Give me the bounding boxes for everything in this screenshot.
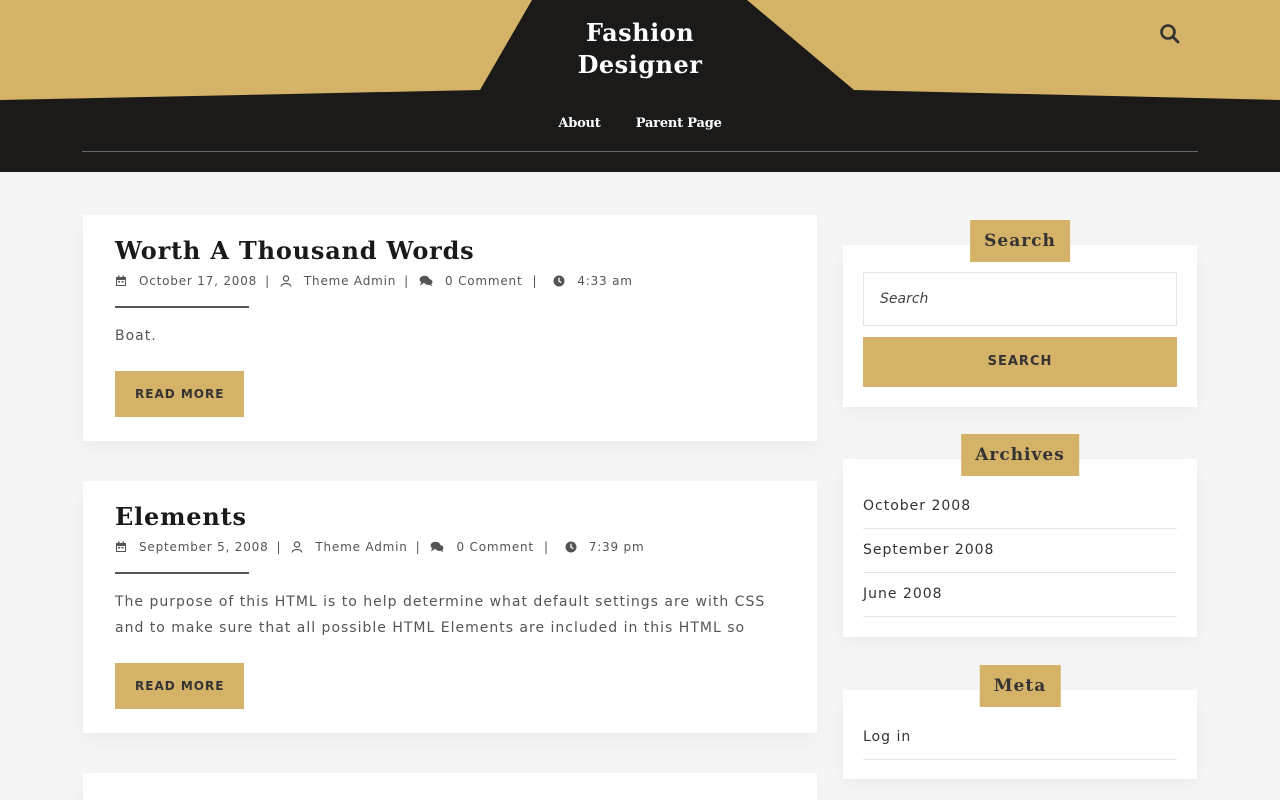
post-date[interactable]: October 17, 2008 — [139, 274, 257, 288]
post-author[interactable]: Theme Admin — [315, 540, 407, 554]
site-title-line1: Fashion — [585, 18, 695, 47]
widget-title-meta: Meta — [979, 665, 1061, 707]
clock-icon — [565, 541, 577, 553]
post-time: 7:39 pm — [588, 540, 645, 554]
post-date[interactable]: September 5, 2008 — [139, 540, 269, 554]
post-time: 4:33 am — [577, 274, 633, 288]
post-excerpt: Boat. — [115, 328, 157, 344]
meta-separator: | — [404, 274, 410, 288]
post-meta: September 5, 2008 | Theme Admin | 0 Comm… — [115, 539, 785, 555]
search-icon[interactable] — [1158, 22, 1182, 46]
widget-title-archives: Archives — [961, 434, 1079, 476]
nav-item-about[interactable]: About — [558, 116, 601, 131]
meta-list: Log in — [863, 716, 1177, 760]
main-navigation: About Parent Page — [0, 112, 1280, 131]
post-excerpt: The purpose of this HTML is to help dete… — [115, 594, 766, 636]
read-more-button[interactable]: READ MORE — [115, 371, 245, 417]
archives-widget: Archives October 2008 September 2008 Jun… — [843, 434, 1197, 637]
site-title[interactable]: Fashion Designer — [540, 17, 740, 81]
archive-link[interactable]: September 2008 — [863, 529, 1177, 573]
read-more-button[interactable]: READ MORE — [115, 663, 245, 709]
archive-link[interactable]: June 2008 — [863, 573, 1177, 617]
post-card: Worth A Thousand Words October 17, 2008 … — [83, 215, 817, 441]
user-icon — [291, 541, 303, 553]
meta-separator: | — [276, 540, 282, 554]
search-widget: Search SEARCH — [843, 220, 1197, 407]
meta-separator: | — [415, 540, 421, 554]
post-comments[interactable]: 0 Comment — [445, 274, 522, 288]
post-title[interactable]: Worth A Thousand Words — [115, 235, 785, 267]
post-card: Elements September 5, 2008 | Theme Admin… — [83, 481, 817, 733]
nav-divider — [82, 151, 1198, 152]
site-header: Fashion Designer About Parent Page — [0, 0, 1280, 172]
calendar-icon — [115, 275, 127, 287]
site-title-line2: Designer — [577, 50, 703, 79]
user-icon — [280, 275, 292, 287]
post-comments[interactable]: 0 Comment — [456, 540, 533, 554]
post-meta: October 17, 2008 | Theme Admin | 0 Comme… — [115, 273, 785, 289]
login-link[interactable]: Log in — [863, 716, 1177, 760]
post-card — [83, 773, 817, 800]
comments-icon — [430, 541, 444, 553]
search-input[interactable] — [863, 272, 1177, 326]
clock-icon — [553, 275, 565, 287]
post-author[interactable]: Theme Admin — [304, 274, 396, 288]
comments-icon — [419, 275, 433, 287]
archives-list: October 2008 September 2008 June 2008 — [863, 485, 1177, 617]
title-underline — [115, 306, 249, 308]
meta-separator: | — [532, 274, 538, 288]
title-underline — [115, 572, 249, 574]
widget-title-search: Search — [970, 220, 1070, 262]
post-title[interactable]: Elements — [115, 501, 785, 533]
meta-widget: Meta Log in — [843, 665, 1197, 779]
archive-link[interactable]: October 2008 — [863, 485, 1177, 529]
meta-separator: | — [543, 540, 549, 554]
calendar-icon — [115, 541, 127, 553]
nav-item-parent-page[interactable]: Parent Page — [636, 116, 722, 131]
meta-separator: | — [265, 274, 270, 288]
search-button[interactable]: SEARCH — [863, 337, 1177, 387]
